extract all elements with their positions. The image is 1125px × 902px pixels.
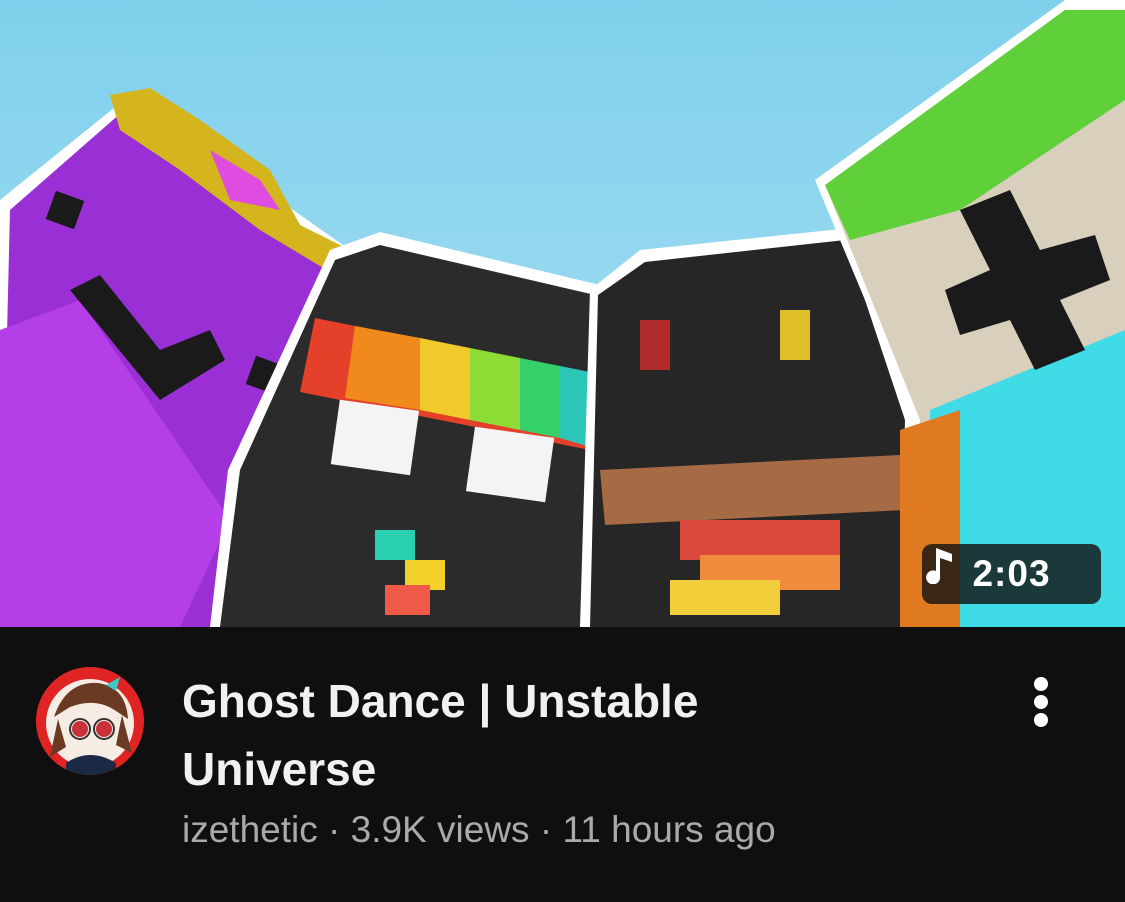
upload-age: 11 hours ago	[562, 809, 776, 850]
video-meta: izethetic · 3.9K views · 11 hours ago	[182, 809, 776, 851]
meta-separator: ·	[539, 809, 553, 850]
more-vertical-icon	[1034, 695, 1048, 709]
channel-avatar[interactable]	[36, 667, 144, 775]
more-vertical-icon	[1034, 677, 1048, 691]
video-thumbnail[interactable]: 2:03	[0, 0, 1125, 627]
avatar-icon	[36, 667, 144, 775]
meta-separator: ·	[328, 809, 341, 850]
channel-name[interactable]: izethetic	[182, 809, 318, 850]
more-options-button[interactable]	[1016, 671, 1066, 733]
video-title[interactable]: Ghost Dance | Unstable Universe	[182, 667, 902, 803]
music-note-icon	[926, 548, 952, 584]
view-count: 3.9K views	[350, 809, 530, 850]
more-vertical-icon	[1034, 713, 1048, 727]
duration-badge: 2:03	[922, 544, 1101, 604]
video-info: Ghost Dance | Unstable Universe izetheti…	[0, 627, 1125, 902]
thumbnail-art	[0, 0, 1125, 627]
duration-text: 2:03	[972, 553, 1051, 594]
